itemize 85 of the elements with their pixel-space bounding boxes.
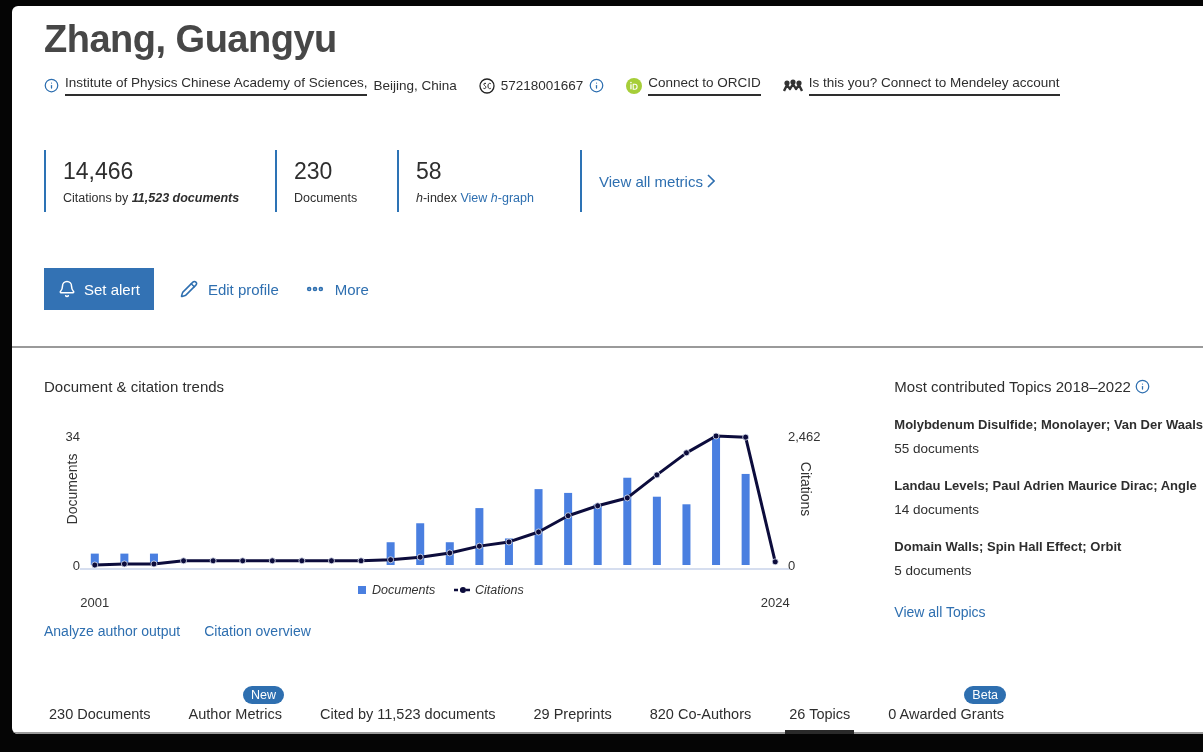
axis-tick-label: 2001	[80, 595, 110, 609]
info-icon	[44, 78, 59, 93]
edit-profile-button[interactable]: Edit profile	[179, 280, 279, 298]
tab-badge: Beta	[964, 686, 1007, 704]
axis-tick-label: 0	[72, 558, 80, 573]
analysis-link[interactable]: Analyze author output	[44, 623, 181, 639]
documents-bar	[593, 504, 602, 565]
point	[357, 557, 365, 565]
set-alert-button[interactable]: Set alert	[44, 268, 154, 310]
documents-bar	[475, 508, 484, 565]
point	[298, 557, 306, 565]
legend-label: Citations	[475, 583, 524, 597]
axis-tick-label: 2,462	[788, 429, 821, 444]
documents-bar	[682, 504, 691, 565]
topic-count: 55 documents	[894, 441, 981, 456]
section-title: Document & citation trends	[44, 378, 226, 395]
topic-count: 5 documents	[894, 563, 973, 578]
author-name: Zhang, Guangyu	[44, 18, 338, 61]
metric-label: Documents	[294, 190, 358, 205]
point	[416, 553, 424, 561]
legend-swatch	[358, 586, 366, 594]
metric-value: 58	[416, 157, 443, 185]
point	[683, 449, 690, 457]
legend-label: Documents	[372, 583, 436, 597]
point	[150, 560, 158, 568]
point	[180, 557, 187, 565]
axis-tick-label: 0	[788, 558, 796, 573]
topic-name: Molybdenum Disulfide; Monolayer; Van Der Waals	[894, 417, 1203, 432]
affiliation-link[interactable]: Institute of Physics Chinese Academy of Sciences,	[65, 75, 368, 96]
axis-tick-label: 2024	[760, 595, 790, 609]
point	[771, 558, 779, 566]
info-icon[interactable]	[589, 78, 605, 93]
bell-icon	[58, 280, 76, 298]
point	[239, 557, 247, 565]
metric-value: 14,466	[63, 157, 135, 185]
point	[268, 557, 276, 565]
tab[interactable]: Author Metrics	[184, 706, 287, 734]
point	[328, 557, 335, 565]
point	[564, 512, 572, 520]
tab-badge: New	[243, 686, 285, 704]
info-icon[interactable]	[1134, 379, 1150, 394]
point	[623, 494, 631, 502]
axis-title: Documents	[64, 453, 80, 525]
point	[742, 433, 750, 441]
point	[387, 556, 395, 564]
topic-name: Domain Walls; Spin Hall Effect; Orbit	[894, 539, 1123, 554]
metric-value: 230	[294, 157, 334, 185]
section-title: Most contributed Topics 2018–2022	[894, 378, 1131, 395]
point	[505, 538, 513, 546]
view-all-metrics-link[interactable]: View all metrics	[599, 172, 780, 190]
point	[535, 528, 542, 536]
point	[120, 560, 128, 568]
people-icon	[782, 78, 803, 93]
metric-label: Citations by 11,523 documents	[63, 190, 240, 205]
author-id: 57218001667	[500, 78, 584, 93]
documents-bar	[652, 496, 661, 565]
point	[91, 561, 99, 569]
analysis-link[interactable]: Citation overview	[204, 623, 311, 639]
orcid-icon	[626, 77, 643, 94]
tab[interactable]: 820 Co-Authors	[645, 706, 756, 734]
point	[653, 471, 661, 479]
legend-line-icon	[454, 587, 472, 593]
pencil-icon	[179, 280, 198, 298]
h-graph-link[interactable]: View h-graph	[460, 190, 534, 205]
orcid-link[interactable]: Connect to ORCID	[648, 75, 761, 96]
tab[interactable]: 29 Preprints	[529, 706, 616, 734]
chevron-right-icon	[706, 174, 715, 188]
point	[712, 432, 720, 440]
point	[475, 542, 483, 550]
view-all-topics-link[interactable]: View all Topics	[894, 604, 1203, 620]
metric-label: h-index	[416, 190, 457, 205]
tab[interactable]: 230 Documents	[45, 706, 155, 734]
axis-tick-label: 34	[65, 429, 80, 444]
tab[interactable]: 26 Topics	[785, 706, 855, 734]
point	[594, 502, 602, 510]
mendeley-link[interactable]: Is this you? Connect to Mendeley account	[808, 75, 1060, 96]
point	[209, 557, 217, 565]
tab[interactable]: 0 Awarded Grants	[884, 706, 1009, 734]
topic-count: 14 documents	[894, 502, 981, 517]
affiliation-location: Beijing, China	[373, 78, 457, 93]
more-button[interactable]: More	[304, 279, 369, 299]
topic-name: Landau Levels; Paul Adrien Maurice Dirac; Angle	[894, 478, 1198, 493]
axis-title: Citations	[798, 461, 814, 517]
tab[interactable]: Cited by 11,523 documents	[316, 706, 500, 734]
scopus-id-icon	[478, 77, 495, 94]
